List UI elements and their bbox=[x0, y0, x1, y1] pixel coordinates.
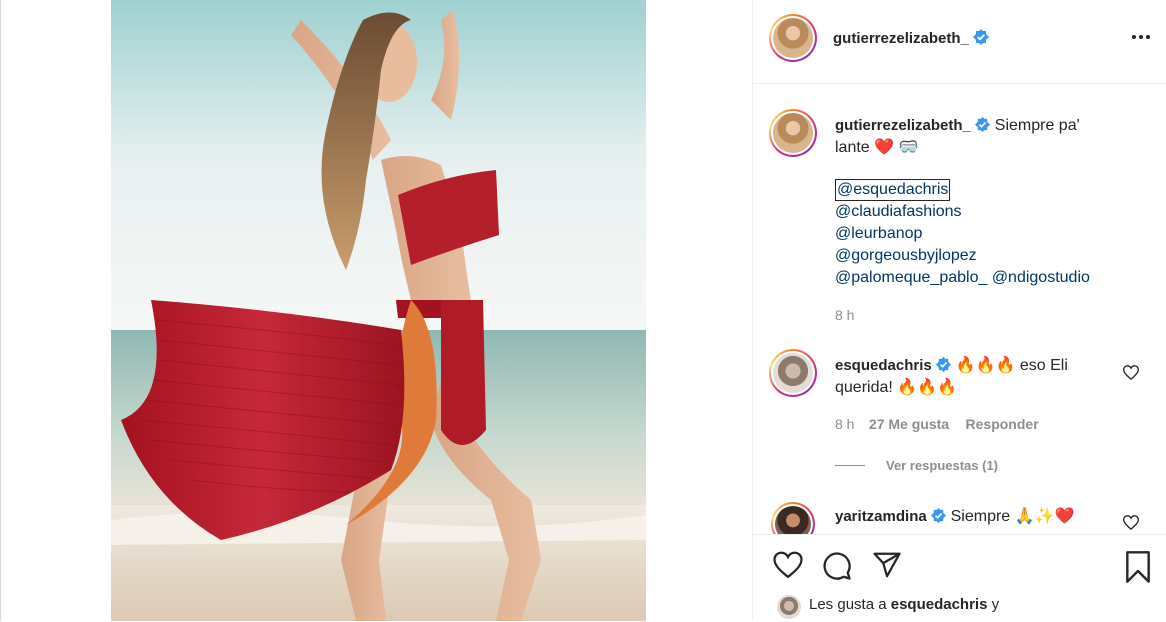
comment-meta: 8 h 27 Me gusta Responder bbox=[835, 416, 1039, 434]
caption-text-2: lante bbox=[835, 139, 870, 156]
photo-area bbox=[0, 0, 752, 621]
header-username[interactable]: gutierrezelizabeth_ bbox=[833, 30, 969, 47]
comment-like-heart-icon[interactable] bbox=[1123, 515, 1139, 530]
liker-avatar[interactable] bbox=[777, 595, 801, 619]
verified-icon bbox=[931, 508, 947, 523]
caption-avatar[interactable] bbox=[769, 109, 817, 157]
comment-username[interactable]: yaritzamdina bbox=[835, 508, 927, 525]
reply-button[interactable]: Responder bbox=[966, 416, 1039, 432]
header-user: gutierrezelizabeth_ bbox=[833, 29, 990, 48]
replies-line bbox=[835, 465, 865, 466]
mention-link[interactable]: @ndigostudio bbox=[992, 269, 1090, 286]
caption-time: 8 h bbox=[835, 307, 855, 323]
mention-link[interactable]: @claudiafashions bbox=[835, 201, 1090, 223]
post-photo[interactable] bbox=[111, 0, 646, 621]
heart-icon[interactable] bbox=[773, 551, 803, 579]
comment-emoji: 🙏✨❤️ bbox=[1014, 508, 1075, 525]
caption-username[interactable]: gutierrezelizabeth_ bbox=[835, 117, 971, 134]
caption-text-1: Siempre pa' bbox=[994, 117, 1080, 134]
comment-text-1: eso Eli bbox=[1019, 357, 1068, 374]
view-replies-button[interactable]: Ver respuestas (1) bbox=[886, 458, 998, 473]
mention-link[interactable]: @esquedachris bbox=[835, 179, 951, 201]
comment-text: Siempre bbox=[950, 508, 1011, 525]
post-sidebar: gutierrezelizabeth_ gutierrezelizabeth_ … bbox=[752, 0, 1166, 622]
likes-user[interactable]: esquedachris bbox=[891, 596, 988, 613]
more-options-icon[interactable] bbox=[1131, 33, 1151, 41]
comment-like-heart-icon[interactable] bbox=[1123, 365, 1139, 380]
comment: esquedachris 🔥🔥🔥 eso Eli querida! 🔥🔥🔥 bbox=[835, 355, 1125, 399]
mention-link[interactable]: @palomeque_pablo_ bbox=[835, 269, 987, 286]
comment-username[interactable]: esquedachris bbox=[835, 357, 932, 374]
caption: gutierrezelizabeth_ Siempre pa' lante ❤️… bbox=[835, 115, 1145, 159]
comment-emoji: 🔥🔥🔥 bbox=[897, 379, 958, 396]
comment-text-2: querida! bbox=[835, 379, 893, 396]
likes-suffix: y bbox=[991, 596, 1000, 613]
comment-emoji: 🔥🔥🔥 bbox=[955, 357, 1016, 374]
commenter-avatar[interactable] bbox=[769, 349, 817, 397]
bookmark-icon[interactable] bbox=[1123, 551, 1153, 583]
caption-emojis: ❤️ 🥽 bbox=[874, 139, 919, 156]
likes-summary: Les gusta a esquedachris y bbox=[809, 596, 999, 613]
verified-icon bbox=[936, 357, 952, 372]
comment-likes[interactable]: 27 Me gusta bbox=[869, 416, 949, 432]
left-divider bbox=[0, 0, 1, 621]
header-divider bbox=[753, 83, 1166, 84]
comment-icon[interactable] bbox=[822, 551, 852, 581]
mentions-list: @esquedachris @claudiafashions @leurbano… bbox=[835, 179, 1090, 289]
comment: yaritzamdina Siempre 🙏✨❤️ bbox=[835, 506, 1074, 528]
mention-link[interactable]: @leurbanop bbox=[835, 223, 1090, 245]
post-photo-art bbox=[111, 0, 646, 621]
share-icon[interactable] bbox=[872, 551, 902, 579]
comment-time: 8 h bbox=[835, 416, 855, 432]
verified-icon bbox=[975, 117, 991, 132]
author-avatar[interactable] bbox=[769, 14, 817, 62]
verified-icon bbox=[973, 29, 990, 45]
actions-bar: Les gusta a esquedachris y bbox=[753, 534, 1166, 622]
mention-link[interactable]: @gorgeousbyjlopez bbox=[835, 245, 1090, 267]
likes-prefix: Les gusta a bbox=[809, 596, 887, 613]
